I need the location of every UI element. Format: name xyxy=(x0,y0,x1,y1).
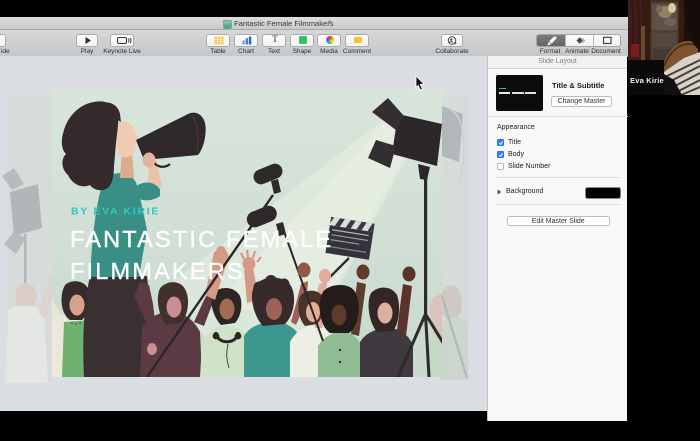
svg-text:FANTASTIC FEMALE: FANTASTIC FEMALE xyxy=(70,226,333,252)
svg-text:FILMMAKERS: FILMMAKERS xyxy=(70,258,245,284)
svg-text:BY EVA KIRIE: BY EVA KIRIE xyxy=(71,206,160,218)
